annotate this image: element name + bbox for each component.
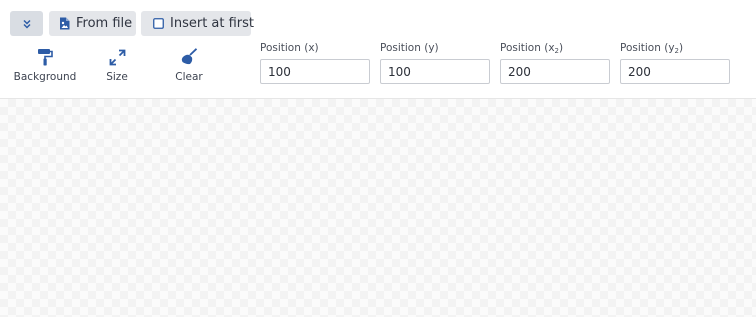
paint-roller-icon xyxy=(37,46,53,68)
toolbar: From file Insert at first Background Siz… xyxy=(0,0,756,99)
position-y2-label: Position (y2) xyxy=(620,42,684,55)
checkbox-icon xyxy=(153,18,164,29)
position-y-input[interactable] xyxy=(380,59,490,84)
clear-label: Clear xyxy=(175,71,203,83)
background-tool[interactable]: Background xyxy=(14,46,76,86)
size-tool[interactable]: Size xyxy=(100,46,134,86)
file-image-icon xyxy=(59,17,70,30)
position-y2-input[interactable] xyxy=(620,59,730,84)
position-x2-input[interactable] xyxy=(500,59,610,84)
drawing-canvas[interactable] xyxy=(0,99,756,317)
background-label: Background xyxy=(13,71,77,83)
position-x-label: Position (x) xyxy=(260,42,319,54)
position-y2-field: Position (y2) xyxy=(620,42,730,84)
from-file-button[interactable]: From file xyxy=(49,11,136,36)
collapse-button[interactable] xyxy=(10,11,43,36)
clear-tool[interactable]: Clear xyxy=(170,46,208,86)
expand-icon xyxy=(109,46,126,68)
position-x2-field: Position (x2) xyxy=(500,42,610,84)
position-x-input[interactable] xyxy=(260,59,370,84)
position-y-field: Position (y) xyxy=(380,42,490,84)
broom-icon xyxy=(180,46,198,68)
position-y-label: Position (y) xyxy=(380,42,439,54)
position-x2-label: Position (x2) xyxy=(500,42,564,55)
insert-at-first-toggle[interactable]: Insert at first xyxy=(141,11,255,36)
size-label: Size xyxy=(106,71,128,83)
chevron-double-down-icon xyxy=(22,19,32,29)
insert-at-first-label: Insert at first xyxy=(170,16,255,31)
position-x-field: Position (x) xyxy=(260,42,370,84)
from-file-label: From file xyxy=(76,16,133,31)
